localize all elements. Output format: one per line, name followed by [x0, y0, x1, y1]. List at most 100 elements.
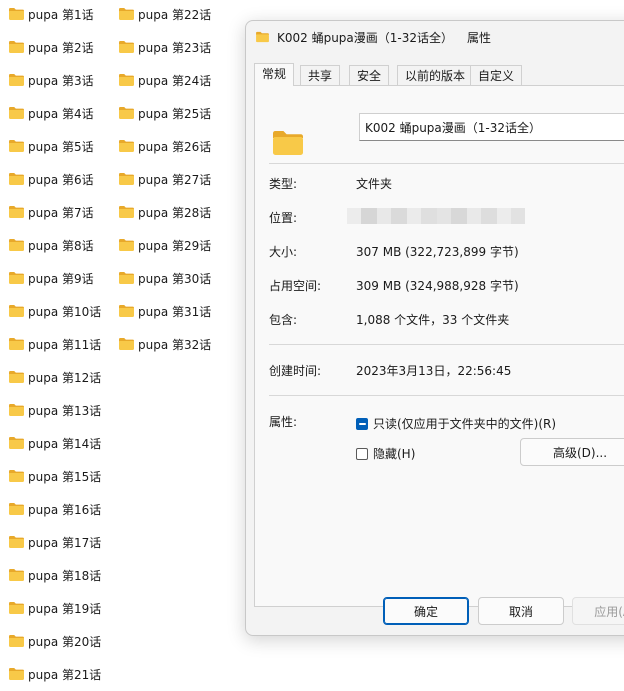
desktop-folder[interactable]: pupa 第17话: [8, 532, 101, 552]
hidden-label: 隐藏(H): [373, 447, 416, 461]
folder-icon: [8, 370, 25, 384]
desktop-folder[interactable]: pupa 第2话: [8, 37, 94, 57]
desktop-folder[interactable]: pupa 第19话: [8, 598, 101, 618]
tab-security[interactable]: 安全: [349, 65, 390, 85]
readonly-label: 只读(仅应用于文件夹中的文件)(R): [373, 417, 557, 431]
desktop-folder[interactable]: pupa 第5话: [8, 136, 94, 156]
desktop-folder[interactable]: pupa 第12话: [8, 367, 101, 387]
ok-button[interactable]: 确定: [383, 597, 469, 625]
tab-bar: 常规 共享 安全 以前的版本 自定义: [254, 63, 624, 86]
folder-icon: [8, 634, 25, 648]
desktop-folder[interactable]: pupa 第24话: [118, 70, 211, 90]
desktop-folder[interactable]: pupa 第29话: [118, 235, 211, 255]
desktop-folder[interactable]: pupa 第27话: [118, 169, 211, 189]
general-panel: 类型: 文件夹 位置: 大小: 307 MB (322,723,899 字节) …: [254, 85, 624, 607]
folder-label: pupa 第30话: [138, 271, 212, 286]
folder-icon: [8, 601, 25, 615]
readonly-checkbox[interactable]: 只读(仅应用于文件夹中的文件)(R): [356, 415, 556, 432]
desktop-folder[interactable]: pupa 第31话: [118, 301, 211, 321]
desktop-folder[interactable]: pupa 第1话: [8, 4, 94, 24]
folder-icon: [118, 139, 135, 153]
checkbox-unchecked-icon: [356, 447, 368, 460]
folder-label: pupa 第17话: [28, 535, 102, 550]
folder-icon: [8, 337, 25, 351]
desktop-folder[interactable]: pupa 第16话: [8, 499, 101, 519]
desktop-folder[interactable]: pupa 第25话: [118, 103, 211, 123]
folder-icon: [118, 40, 135, 54]
folder-label: pupa 第32话: [138, 337, 212, 352]
folder-label: pupa 第7话: [28, 205, 94, 220]
hidden-checkbox[interactable]: 隐藏(H): [356, 445, 415, 462]
desktop-folder[interactable]: pupa 第8话: [8, 235, 94, 255]
folder-icon: [118, 205, 135, 219]
desktop-folder[interactable]: pupa 第22话: [118, 4, 211, 24]
contains-label: 包含:: [269, 313, 298, 327]
folder-label: pupa 第8话: [28, 238, 94, 253]
desktop-folder[interactable]: pupa 第28话: [118, 202, 211, 222]
type-value: 文件夹: [356, 177, 393, 191]
dialog-titlebar[interactable]: K002 蛹pupa漫画（1-32话全） 属性: [246, 21, 624, 53]
folder-icon: [8, 436, 25, 450]
folder-icon: [8, 271, 25, 285]
folder-icon: [118, 172, 135, 186]
tab-previous-versions[interactable]: 以前的版本: [397, 65, 474, 85]
desktop-folder[interactable]: pupa 第10话: [8, 301, 101, 321]
folder-icon: [8, 469, 25, 483]
desktop-folder[interactable]: pupa 第30话: [118, 268, 211, 288]
desktop-folder[interactable]: pupa 第32话: [118, 334, 211, 354]
created-label: 创建时间:: [269, 364, 322, 378]
divider: [269, 163, 624, 164]
dialog-title-suffix: 属性: [467, 30, 492, 45]
desktop-folder[interactable]: pupa 第13话: [8, 400, 101, 420]
desktop-folder[interactable]: pupa 第11话: [8, 334, 101, 354]
folder-icon: [8, 73, 25, 87]
folder-label: pupa 第13话: [28, 403, 102, 418]
folder-icon: [8, 667, 25, 681]
tab-general[interactable]: 常规: [254, 63, 295, 86]
advanced-button[interactable]: 高级(D)...: [520, 438, 624, 466]
folder-icon: [8, 205, 25, 219]
desktop-folder[interactable]: pupa 第4话: [8, 103, 94, 123]
large-folder-icon: [271, 126, 305, 160]
folder-icon: [8, 568, 25, 582]
desktop-folder[interactable]: pupa 第26话: [118, 136, 211, 156]
folder-label: pupa 第26话: [138, 139, 212, 154]
desktop-folder[interactable]: pupa 第20话: [8, 631, 101, 651]
disk-size-value: 309 MB (324,988,928 字节): [356, 279, 519, 293]
desktop-folder[interactable]: pupa 第7话: [8, 202, 94, 222]
folder-label: pupa 第25话: [138, 106, 212, 121]
desktop-folder[interactable]: pupa 第9话: [8, 268, 94, 288]
desktop-folder[interactable]: pupa 第23话: [118, 37, 211, 57]
folder-icon: [8, 40, 25, 54]
folder-name-input[interactable]: [359, 113, 624, 141]
folder-label: pupa 第2话: [28, 40, 94, 55]
folder-label: pupa 第1话: [28, 7, 94, 22]
folder-label: pupa 第19话: [28, 601, 102, 616]
divider: [269, 344, 624, 345]
desktop-folder[interactable]: pupa 第14话: [8, 433, 101, 453]
folder-label: pupa 第12话: [28, 370, 102, 385]
desktop-folder[interactable]: pupa 第18话: [8, 565, 101, 585]
folder-icon: [118, 271, 135, 285]
folder-label: pupa 第14话: [28, 436, 102, 451]
desktop-folder[interactable]: pupa 第15话: [8, 466, 101, 486]
disk-size-label: 占用空间:: [269, 279, 322, 293]
folder-icon: [118, 337, 135, 351]
apply-button[interactable]: 应用(A): [572, 597, 624, 625]
folder-icon: [8, 502, 25, 516]
desktop-folder[interactable]: pupa 第21话: [8, 664, 101, 684]
size-value: 307 MB (322,723,899 字节): [356, 245, 519, 259]
size-label: 大小:: [269, 245, 298, 259]
folder-icon: [255, 31, 270, 43]
desktop-folder[interactable]: pupa 第3话: [8, 70, 94, 90]
folder-label: pupa 第9话: [28, 271, 94, 286]
folder-label: pupa 第27话: [138, 172, 212, 187]
desktop-folder[interactable]: pupa 第6话: [8, 169, 94, 189]
tab-sharing[interactable]: 共享: [300, 65, 341, 85]
folder-icon: [118, 238, 135, 252]
location-value-blurred: [347, 208, 525, 224]
folder-icon: [8, 238, 25, 252]
cancel-button[interactable]: 取消: [478, 597, 564, 625]
tab-customize[interactable]: 自定义: [470, 65, 523, 85]
folder-icon: [8, 535, 25, 549]
